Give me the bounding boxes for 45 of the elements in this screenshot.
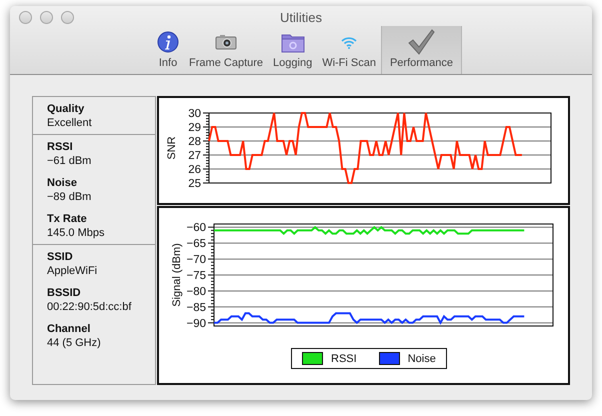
field-value: Excellent	[47, 116, 93, 130]
y-tick-label: −65	[186, 238, 206, 250]
field-label: BSSID	[47, 286, 82, 300]
y-tick-label: 26	[188, 164, 201, 176]
field-label: SSID	[47, 250, 74, 264]
field-value: 44 (5 GHz)	[47, 336, 102, 350]
field-value: −89 dBm	[47, 190, 92, 204]
y-tick-label: 30	[188, 108, 201, 120]
y-tick-label: 27	[188, 150, 201, 162]
toolbar-tab[interactable]: Frame Capture	[184, 26, 268, 74]
window-button[interactable]	[19, 11, 32, 24]
toolbar-tab[interactable]: Info	[152, 26, 184, 74]
window-title: Utilities	[280, 10, 322, 26]
wifi-icon	[341, 36, 358, 48]
field-value: AppleWiFi	[47, 264, 98, 278]
y-axis-label: SNR	[166, 136, 178, 160]
y-axis	[202, 112, 210, 184]
field-label: Channel	[47, 322, 92, 336]
y-tick-label: 29	[188, 122, 201, 134]
field-label: Noise	[47, 176, 78, 190]
legend-label: Noise	[408, 352, 436, 364]
y-axis-label: Signal (dBm)	[171, 243, 183, 307]
field-label: RSSI	[47, 140, 74, 154]
info-icon	[157, 31, 180, 53]
field-value: 145.0 Mbps	[47, 226, 106, 240]
legend-label: RSSI	[331, 352, 357, 364]
y-tick-label: −90	[186, 318, 206, 330]
y-tick-label: −70	[186, 254, 206, 266]
toolbar-tab[interactable]: Performance	[380, 26, 462, 74]
checkmark-icon	[407, 28, 436, 56]
field-value: −61 dBm	[47, 154, 92, 168]
y-tick-label: −75	[186, 270, 206, 282]
toolbar-tab[interactable]: Logging	[268, 26, 318, 74]
window-button[interactable]	[61, 11, 74, 24]
toolbar-tab[interactable]: Wi-Fi Scan	[317, 26, 381, 74]
y-tick-label: 28	[188, 136, 201, 148]
y-tick-label: −85	[186, 302, 206, 314]
field-label: Tx Rate	[47, 212, 88, 226]
camera-icon	[215, 34, 238, 50]
field-value: 00:22:90:5d:cc:bf	[47, 300, 132, 314]
y-tick-label: −60	[186, 222, 206, 234]
window-button[interactable]	[40, 11, 53, 24]
field-label: Quality	[47, 102, 86, 116]
y-tick-label: −80	[186, 286, 206, 298]
y-tick-label: 25	[188, 178, 201, 190]
